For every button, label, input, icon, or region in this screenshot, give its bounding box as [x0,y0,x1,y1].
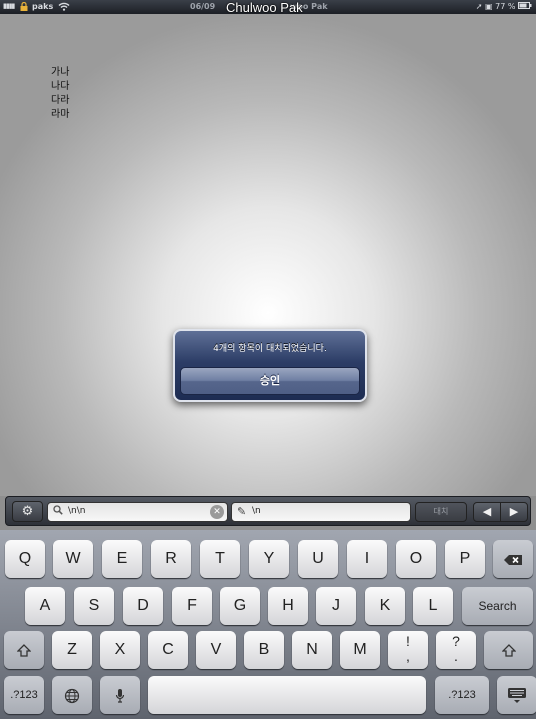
settings-button[interactable]: ⚙ [12,501,43,522]
alert-dialog: 4개의 항목이 대치되었습니다. 승인 [173,329,367,402]
key-r[interactable]: R [151,540,191,578]
replace-input[interactable]: ✎ \n [231,502,411,522]
keyboard: Q W E R T Y U I O P A S D F G H J K L Se… [0,530,536,719]
battery-percent: 77 % [495,2,516,11]
key-f[interactable]: F [172,587,212,625]
find-value: \n\n [68,506,86,516]
globe-icon [64,688,80,703]
dictation-key[interactable] [100,676,140,714]
key-exclamation-top: ! [406,633,410,649]
backspace-key[interactable] [493,540,533,578]
document-line: 라마 [51,109,70,120]
key-j[interactable]: J [316,587,356,625]
status-right: ➚ ▣ 77 % [476,2,532,11]
search-key[interactable]: Search [462,587,533,625]
key-l[interactable]: L [413,587,453,625]
key-k[interactable]: K [365,587,405,625]
key-n[interactable]: N [292,631,332,669]
key-q[interactable]: Q [5,540,45,578]
key-exclamation[interactable]: ! , [388,631,428,669]
key-o[interactable]: O [396,540,436,578]
signal-icon: ▮▮▮▮ [3,2,15,10]
carrier-name: paks [32,2,54,11]
document-line: 나다 [51,81,70,92]
alert-message: 4개의 항목이 대치되었습니다. [213,344,327,354]
key-y[interactable]: Y [249,540,289,578]
space-key[interactable] [148,676,426,714]
key-question-bottom: . [454,648,458,664]
globe-key[interactable] [52,676,92,714]
shift-key-right[interactable] [484,631,533,669]
pencil-icon: ✎ [237,505,247,518]
ok-button[interactable]: 승인 [180,367,360,395]
wifi-icon [58,2,70,13]
arrow-left-icon: ◀ [482,505,492,518]
replace-value: \n [252,506,261,516]
keyboard-hide-icon [507,687,527,703]
key-v[interactable]: V [196,631,236,669]
key-p[interactable]: P [445,540,485,578]
key-u[interactable]: U [298,540,338,578]
document-line: 가나 [51,67,70,78]
numbers-key-left[interactable]: .?123 [4,676,44,714]
gear-icon: ⚙ [21,504,34,519]
key-t[interactable]: T [200,540,240,578]
backspace-icon [503,552,523,566]
location-icon: ➚ [475,2,483,11]
key-h[interactable]: H [268,587,308,625]
key-g[interactable]: G [220,587,260,625]
replace-button[interactable]: 대치 [415,502,467,522]
key-s[interactable]: S [74,587,114,625]
battery-icon [518,2,532,11]
previous-button[interactable]: ◀ [473,502,501,522]
key-z[interactable]: Z [52,631,92,669]
clear-icon[interactable]: ✕ [210,505,224,519]
document-line: 다라 [51,95,70,106]
key-c[interactable]: C [148,631,188,669]
key-b[interactable]: B [244,631,284,669]
numbers-key-right[interactable]: .?123 [435,676,489,714]
orientation-lock-icon: ▣ [485,2,493,11]
key-question-top: ? [452,633,460,649]
key-exclamation-bottom: , [406,648,410,664]
key-i[interactable]: I [347,540,387,578]
key-question[interactable]: ? . [436,631,476,669]
shift-icon [500,643,517,657]
document-text[interactable]: 가나 나다 다라 라마 [51,66,69,122]
key-w[interactable]: W [53,540,93,578]
microphone-icon [115,688,125,703]
find-replace-toolbar: ⚙ \n\n ✕ ✎ \n 대치 ◀ ▶ [5,496,531,526]
key-m[interactable]: M [340,631,380,669]
shift-icon [16,643,32,657]
search-icon [53,505,63,518]
next-button[interactable]: ▶ [500,502,528,522]
key-a[interactable]: A [25,587,65,625]
status-time: 06/09 [190,2,216,11]
key-x[interactable]: X [100,631,140,669]
shift-key-left[interactable] [4,631,44,669]
status-owner: Chulwoo Pak [226,0,303,15]
lock-icon [20,1,28,13]
key-d[interactable]: D [123,587,163,625]
hide-keyboard-key[interactable] [497,676,536,714]
key-e[interactable]: E [102,540,142,578]
document-area[interactable]: 가나 나다 다라 라마 [0,14,536,496]
arrow-right-icon: ▶ [509,505,519,518]
find-input[interactable]: \n\n ✕ [47,502,228,522]
